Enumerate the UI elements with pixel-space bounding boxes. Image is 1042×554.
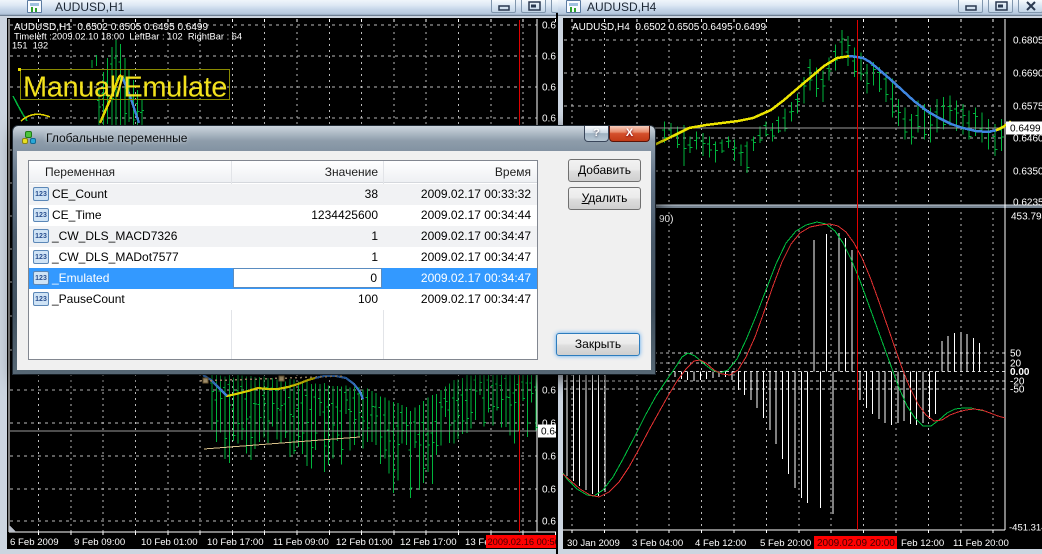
svg-text:3 Feb 04:00: 3 Feb 04:00 (632, 538, 683, 549)
svg-text:12 Feb 01:00: 12 Feb 01:00 (336, 537, 393, 548)
svg-text:11 Feb 20:00: 11 Feb 20:00 (953, 538, 1009, 549)
svg-text:9 Feb 09:00: 9 Feb 09:00 (74, 537, 125, 548)
svg-text:0.6: 0.6 (542, 452, 556, 463)
svg-text:-50: -50 (1010, 385, 1025, 396)
svg-text:0.6460: 0.6460 (1013, 134, 1042, 145)
svg-text:6 Feb 2009: 6 Feb 2009 (10, 537, 59, 548)
svg-text:151 132: 151 132 (12, 41, 48, 51)
svg-text:0.6: 0.6 (542, 114, 556, 125)
svg-text:AUDUSD,H4 0.6502 0.6505 0.649: AUDUSD,H4 0.6502 0.6505 0.6495 0.6499 (572, 22, 766, 33)
svg-text:10 Feb 17:00: 10 Feb 17:00 (207, 537, 264, 548)
svg-text:12 Feb 17:00: 12 Feb 17:00 (400, 537, 457, 548)
svg-text:2009.02.16 00:50: 2009.02.16 00:50 (488, 537, 557, 547)
svg-text:0.6499: 0.6499 (1010, 124, 1041, 135)
svg-text:Feb 12:00: Feb 12:00 (901, 538, 944, 549)
svg-text:0.6: 0.6 (542, 485, 556, 496)
svg-text:-451.314: -451.314 (1009, 523, 1042, 534)
svg-text:5 Feb 20:00: 5 Feb 20:00 (760, 538, 811, 549)
svg-text:0.6: 0.6 (542, 52, 556, 63)
svg-text:11 Feb 09:00: 11 Feb 09:00 (273, 537, 329, 548)
svg-text:0.6: 0.6 (542, 386, 556, 397)
svg-text:0.6690: 0.6690 (1013, 69, 1042, 80)
svg-text:0.6235: 0.6235 (1013, 198, 1042, 209)
svg-text:0.6: 0.6 (542, 83, 556, 94)
svg-text:2009.02.09 20:00: 2009.02.09 20:00 (817, 538, 895, 549)
svg-text:Timeleft :2009.02.10 18:00 Le: Timeleft :2009.02.10 18:00 LeftBar : 102… (14, 32, 242, 42)
svg-text:Manual/Emulate: Manual/Emulate (23, 72, 227, 104)
svg-text:0.6: 0.6 (542, 517, 556, 528)
svg-text:0.6575: 0.6575 (1013, 102, 1042, 113)
svg-text:30 Jan 2009: 30 Jan 2009 (567, 538, 620, 549)
svg-text:10 Feb 01:00: 10 Feb 01:00 (141, 537, 198, 548)
svg-text:0.6805: 0.6805 (1013, 36, 1042, 47)
svg-text:90): 90) (659, 214, 673, 225)
svg-text:453.794: 453.794 (1011, 212, 1042, 223)
svg-text:0.6350: 0.6350 (1013, 167, 1042, 178)
svg-text:13 Fe: 13 Fe (465, 537, 490, 548)
svg-text:0.6: 0.6 (542, 419, 556, 430)
svg-text:0.6: 0.6 (542, 21, 556, 32)
svg-text:4 Feb 12:00: 4 Feb 12:00 (695, 538, 746, 549)
